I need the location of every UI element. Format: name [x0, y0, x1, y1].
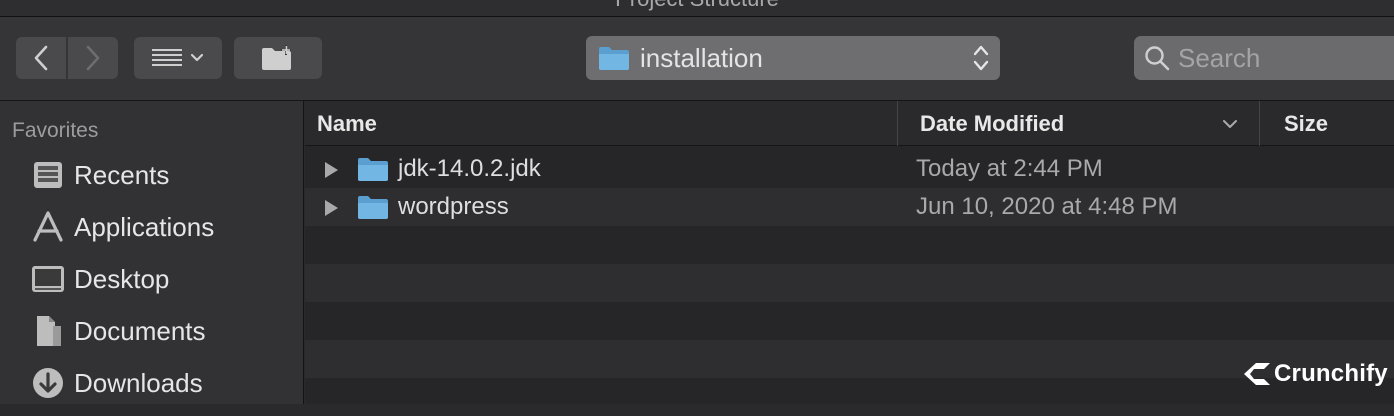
sidebar-item-label: Documents — [74, 315, 206, 346]
empty-row — [305, 378, 1394, 416]
sidebar-item-applications[interactable]: Applications — [30, 207, 214, 247]
column-header-size[interactable]: Size — [1259, 101, 1394, 146]
desktop-icon — [30, 261, 66, 297]
disclosure-triangle-icon[interactable] — [323, 161, 339, 179]
brand-name: Crunchify — [1274, 360, 1388, 387]
folder-icon — [599, 47, 629, 70]
window-title: Project Structure — [0, 0, 1394, 12]
chevron-down-icon — [190, 53, 204, 62]
chevron-left-icon — [34, 45, 48, 71]
column-header-label: Date Modified — [920, 110, 1065, 136]
empty-row — [305, 264, 1394, 302]
view-options-button[interactable] — [134, 37, 222, 79]
empty-row — [305, 226, 1394, 264]
column-header-name[interactable]: Name — [317, 101, 897, 146]
applications-icon — [30, 209, 66, 245]
column-header-date-modified[interactable]: Date Modified — [897, 101, 1259, 146]
new-folder-button[interactable] — [234, 37, 322, 79]
column-header: Name Date Modified Size — [305, 101, 1394, 146]
sidebar-item-recents[interactable]: Recents — [30, 155, 169, 195]
folder-icon — [358, 158, 388, 181]
list-view-icon — [152, 49, 182, 66]
empty-row — [305, 340, 1394, 378]
file-date-modified: Jun 10, 2020 at 4:48 PM — [916, 193, 1178, 220]
back-button[interactable] — [16, 37, 66, 79]
disclosure-triangle-icon[interactable] — [323, 199, 339, 217]
table-row[interactable]: wordpress Jun 10, 2020 at 4:48 PM — [305, 188, 1394, 226]
crunchify-logo-icon — [1244, 363, 1270, 385]
file-name: wordpress — [398, 193, 509, 220]
forward-button[interactable] — [68, 37, 118, 79]
sidebar-item-label: Desktop — [74, 263, 170, 294]
window-titlebar: Project Structure — [0, 0, 1394, 17]
path-popup-button[interactable]: installation — [586, 36, 1000, 80]
navigation-buttons — [16, 37, 118, 79]
file-name: jdk-14.0.2.jdk — [398, 155, 541, 182]
sidebar-item-label: Recents — [74, 159, 170, 190]
recents-icon — [30, 157, 66, 193]
sidebar-item-label: Applications — [74, 211, 215, 242]
sidebar-section-favorites: Favorites — [12, 119, 99, 142]
search-placeholder: Search — [1178, 42, 1261, 73]
file-list: Name Date Modified Size jdk-14.0.2.jdk T… — [305, 101, 1394, 404]
folder-icon — [358, 196, 388, 219]
stepper-icon — [973, 45, 989, 71]
toolbar: installation Search — [0, 17, 1394, 101]
sidebar: Favorites Recents Applications Desktop D… — [0, 101, 304, 404]
table-row[interactable]: jdk-14.0.2.jdk Today at 2:44 PM — [305, 150, 1394, 188]
sidebar-item-desktop[interactable]: Desktop — [30, 259, 169, 299]
sidebar-item-documents[interactable]: Documents — [30, 311, 206, 351]
crunchify-watermark: Crunchify — [1242, 360, 1388, 388]
sidebar-item-downloads[interactable]: Downloads — [30, 363, 203, 403]
search-icon — [1145, 46, 1170, 71]
sidebar-item-label: Downloads — [74, 367, 203, 398]
new-folder-icon — [262, 45, 291, 70]
search-field[interactable]: Search — [1134, 36, 1394, 80]
chevron-right-icon — [86, 45, 100, 71]
downloads-icon — [30, 365, 66, 401]
documents-icon — [30, 313, 66, 349]
empty-row — [305, 302, 1394, 340]
file-date-modified: Today at 2:44 PM — [916, 155, 1103, 182]
sort-chevron-down-icon — [1223, 120, 1237, 128]
path-label: installation — [640, 42, 763, 73]
